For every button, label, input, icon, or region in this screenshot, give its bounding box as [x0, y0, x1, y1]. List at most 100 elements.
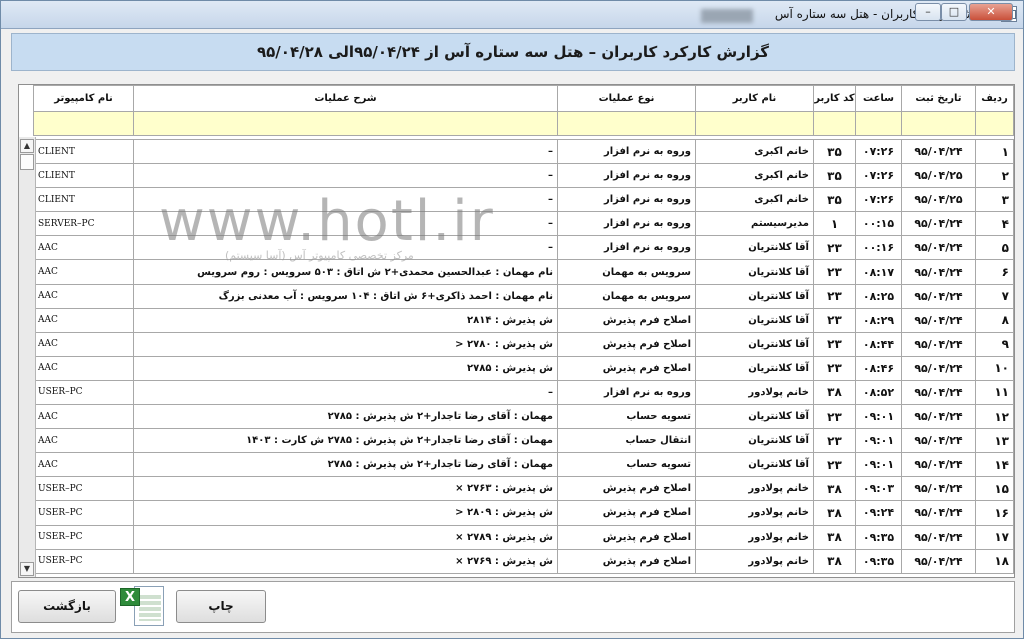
cell-date: ۹۵/۰۴/۲۴ — [901, 452, 976, 478]
report-header: گزارش کارکرد کاربران – هتل سه ستاره آس ا… — [11, 33, 1015, 71]
cell-code: ۲۳ — [813, 452, 856, 478]
col-header-id[interactable]: ردیف — [975, 85, 1014, 112]
excel-export-icon[interactable]: X — [116, 582, 172, 630]
filter-pc[interactable] — [33, 111, 134, 136]
filter-id[interactable] — [975, 111, 1014, 136]
cell-pc: USER–PC — [33, 548, 134, 574]
table-row[interactable]: ۲ ۹۵/۰۴/۲۵ ۰۷:۲۶ ۳۵ خانم اکبری وروه به نرم اف… — [33, 163, 1014, 189]
filter-code[interactable] — [813, 111, 856, 136]
cell-time: ۰۷:۲۶ — [855, 163, 902, 189]
filter-desc[interactable] — [133, 111, 558, 136]
cell-time: ۰۸:۲۹ — [855, 307, 902, 333]
cell-user: آقا کلانتریان — [695, 452, 814, 478]
cell-pc: USER–PC — [33, 500, 134, 526]
cell-desc: مهمان : آقای رضا تاجدار+۲ ش پذیرش : ۲۷۸۵… — [133, 428, 558, 454]
cell-code: ۳۵ — [813, 138, 856, 165]
watermark-subtitle: مرکز تخصصی کامپیوتر آس (آسا سیستم) — [225, 249, 414, 262]
cell-id: ۸ — [975, 307, 1014, 333]
cell-pc: AAC — [33, 235, 134, 261]
close-button[interactable]: ✕ — [969, 3, 1013, 21]
cell-desc: ش پذیرش : ۲۷۸۹ × — [133, 524, 558, 550]
table-row[interactable]: ۹ ۹۵/۰۴/۲۴ ۰۸:۴۴ ۲۳ آقا کلانتریان اصلاح فرم پ… — [33, 331, 1014, 357]
minimize-button[interactable]: – — [915, 3, 941, 21]
table-row[interactable]: ۱۳ ۹۵/۰۴/۲۴ ۰۹:۰۱ ۲۳ آقا کلانتریان انتقال حسا… — [33, 428, 1014, 454]
filter-time[interactable] — [855, 111, 902, 136]
print-button[interactable]: چاپ — [176, 590, 266, 623]
table-row[interactable]: ۱۲ ۹۵/۰۴/۲۴ ۰۹:۰۱ ۲۳ آقا کلانتریان تسویه حساب… — [33, 404, 1014, 430]
cell-type: وروه به نرم افزار — [557, 187, 696, 213]
cell-user: آقا کلانتریان — [695, 428, 814, 454]
cell-type: وروه به نرم افزار — [557, 163, 696, 189]
col-header-time[interactable]: ساعت — [855, 85, 902, 112]
cell-date: ۹۵/۰۴/۲۴ — [901, 379, 976, 406]
cell-date: ۹۵/۰۴/۲۴ — [901, 138, 976, 165]
cell-code: ۲۳ — [813, 235, 856, 261]
cell-id: ۵ — [975, 235, 1014, 261]
col-header-type[interactable]: نوع عملیات — [557, 85, 696, 112]
cell-pc: AAC — [33, 283, 134, 309]
cell-time: ۰۸:۲۵ — [855, 283, 902, 309]
table-row[interactable]: ۱۷ ۹۵/۰۴/۲۴ ۰۹:۳۵ ۳۸ خانم پولادور اصلاح فرم پ… — [33, 524, 1014, 550]
cell-date: ۹۵/۰۴/۲۴ — [901, 476, 976, 502]
cell-time: ۰۸:۵۲ — [855, 379, 902, 406]
col-header-date[interactable]: تاریخ ثبت — [901, 85, 976, 112]
cell-id: ۹ — [975, 331, 1014, 357]
filter-date[interactable] — [901, 111, 976, 136]
table-row[interactable]: ۱۴ ۹۵/۰۴/۲۴ ۰۹:۰۱ ۲۳ آقا کلانتریان تسویه حساب… — [33, 452, 1014, 478]
cell-code: ۳۸ — [813, 500, 856, 526]
cell-type: اصلاح فرم پذیرش — [557, 307, 696, 333]
filter-type[interactable] — [557, 111, 696, 136]
cell-user: آقا کلانتریان — [695, 404, 814, 430]
filter-user[interactable] — [695, 111, 814, 136]
table-row[interactable]: ۷ ۹۵/۰۴/۲۴ ۰۸:۲۵ ۲۳ آقا کلانتریان سرویس به مه… — [33, 283, 1014, 309]
cell-time: ۰۸:۴۶ — [855, 355, 902, 381]
scroll-thumb[interactable] — [20, 154, 34, 170]
cell-id: ۶ — [975, 259, 1014, 285]
cell-pc: CLIENT — [33, 163, 134, 189]
bottom-toolbar: بازگشت X چاپ — [11, 581, 1015, 633]
maximize-button[interactable]: □ — [941, 3, 967, 21]
cell-id: ۱ — [975, 138, 1014, 165]
table-row[interactable]: ۶ ۹۵/۰۴/۲۴ ۰۸:۱۷ ۲۳ آقا کلانتریان سرویس به مه… — [33, 259, 1014, 285]
back-button[interactable]: بازگشت — [18, 590, 116, 623]
cell-date: ۹۵/۰۴/۲۵ — [901, 163, 976, 189]
cell-user: آقا کلانتریان — [695, 331, 814, 357]
scroll-down-icon[interactable]: ▼ — [20, 562, 34, 576]
cell-user: خانم پولادور — [695, 548, 814, 574]
cell-code: ۳۵ — [813, 163, 856, 189]
cell-code: ۳۸ — [813, 548, 856, 574]
col-header-desc[interactable]: شرح عملیات — [133, 85, 558, 112]
cell-id: ۲ — [975, 163, 1014, 189]
cell-code: ۲۳ — [813, 331, 856, 357]
report-grid[interactable]: ردیف تاریخ ثبت ساعت کد کاربر نام کاربر ن… — [18, 84, 1015, 578]
cell-id: ۱۷ — [975, 524, 1014, 550]
blurred-region — [701, 9, 753, 23]
cell-type: اصلاح فرم پذیرش — [557, 476, 696, 502]
table-row[interactable]: ۱۱ ۹۵/۰۴/۲۴ ۰۸:۵۲ ۳۸ خانم پولادور وروه به نرم… — [33, 379, 1014, 406]
table-row[interactable]: ۱ ۹۵/۰۴/۲۴ ۰۷:۲۶ ۳۵ خانم اکبری وروه به نرم اف… — [33, 138, 1014, 165]
cell-desc: نام مهمان : احمد ذاکری+۶ ش اتاق : ۱۰۴ سر… — [133, 283, 558, 309]
cell-code: ۳۸ — [813, 379, 856, 406]
cell-time: ۰۸:۴۴ — [855, 331, 902, 357]
cell-type: تسویه حساب — [557, 452, 696, 478]
table-row[interactable]: ۱۰ ۹۵/۰۴/۲۴ ۰۸:۴۶ ۲۳ آقا کلانتریان اصلاح فرم … — [33, 355, 1014, 381]
vertical-scrollbar[interactable]: ▲ ▼ — [19, 137, 36, 577]
cell-time: ۰۹:۲۴ — [855, 500, 902, 526]
cell-date: ۹۵/۰۴/۲۴ — [901, 235, 976, 261]
cell-type: سرویس به مهمان — [557, 283, 696, 309]
table-row[interactable]: ۸ ۹۵/۰۴/۲۴ ۰۸:۲۹ ۲۳ آقا کلانتریان اصلاح فرم پ… — [33, 307, 1014, 333]
table-row[interactable]: ۱۵ ۹۵/۰۴/۲۴ ۰۹:۰۳ ۳۸ خانم پولادور اصلاح فرم پ… — [33, 476, 1014, 502]
cell-user: آقا کلانتریان — [695, 259, 814, 285]
title-bar[interactable]: گزارش کارکرد کاربران - هتل سه ستاره آس –… — [1, 1, 1023, 29]
cell-id: ۱۵ — [975, 476, 1014, 502]
col-header-pc[interactable]: نام کامپیوتر — [33, 85, 134, 112]
col-header-code[interactable]: کد کاربر — [813, 85, 856, 112]
table-row[interactable]: ۱۸ ۹۵/۰۴/۲۴ ۰۹:۳۵ ۳۸ خانم پولادور اصلاح فرم پ… — [33, 548, 1014, 574]
table-row[interactable]: ۱۶ ۹۵/۰۴/۲۴ ۰۹:۲۴ ۳۸ خانم پولادور اصلاح فرم پ… — [33, 500, 1014, 526]
scroll-up-icon[interactable]: ▲ — [20, 139, 34, 153]
cell-id: ۱۲ — [975, 404, 1014, 430]
col-header-user[interactable]: نام کاربر — [695, 85, 814, 112]
cell-user: آقا کلانتریان — [695, 355, 814, 381]
cell-pc: USER–PC — [33, 379, 134, 406]
cell-desc: – — [133, 379, 558, 406]
